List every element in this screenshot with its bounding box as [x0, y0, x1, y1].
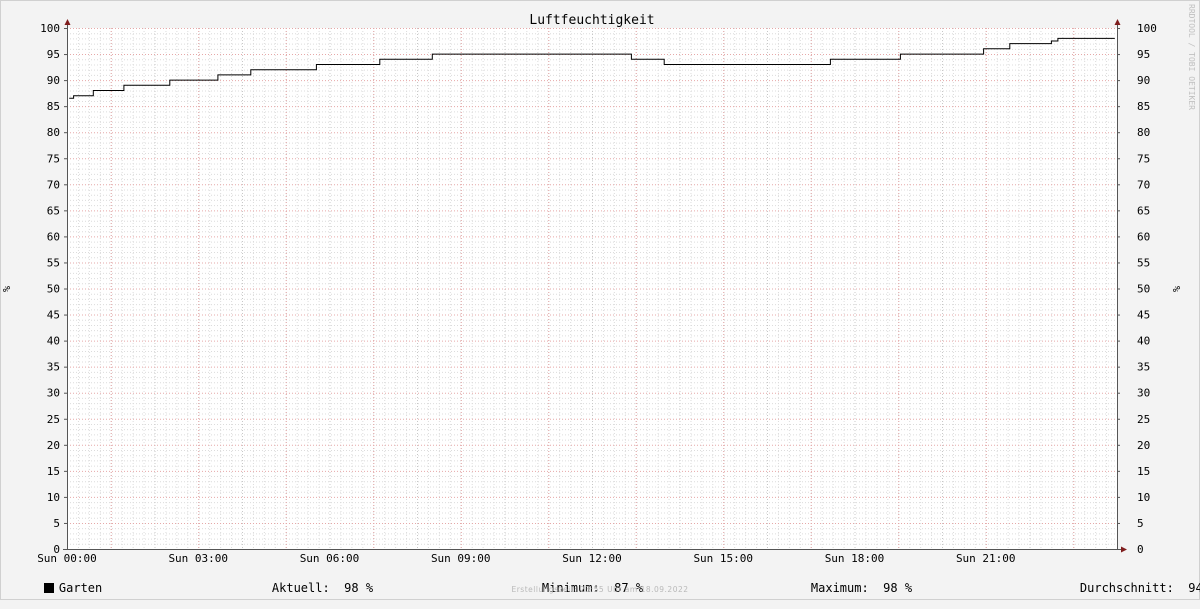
y-tick-label-left: 15 [47, 465, 60, 478]
y-tick-label-right: 45 [1137, 309, 1150, 322]
y-tick-label-left: 100 [40, 22, 60, 35]
y-tick-label-left: 80 [47, 126, 60, 139]
y-tick-label-right: 75 [1137, 152, 1150, 165]
y-tick-label-right: 15 [1137, 465, 1150, 478]
y-tick-label-right: 30 [1137, 387, 1150, 400]
y-tick-label-right: 10 [1137, 491, 1150, 504]
y-tick-label-left: 50 [47, 283, 60, 296]
y-tick-label-right: 55 [1137, 256, 1150, 269]
y-tick-label-left: 45 [47, 309, 60, 322]
y-tick-label-left: 25 [47, 413, 60, 426]
y-tick-label-right: 70 [1137, 178, 1150, 191]
y-tick-label-left: 95 [47, 48, 60, 61]
y-tick-label-left: 70 [47, 178, 60, 191]
x-tick-label: Sun 15:00 [693, 552, 753, 565]
y-tick-label-right: 60 [1137, 230, 1150, 243]
x-axis-arrow [1121, 546, 1127, 553]
y-tick-label-left: 75 [47, 152, 60, 165]
y-tick-label-right: 50 [1137, 283, 1150, 296]
y-tick-label-left: 5 [53, 517, 60, 530]
y-tick-label-right: 65 [1137, 204, 1150, 217]
y-tick-label-left: 20 [47, 439, 60, 452]
x-tick-label: Sun 18:00 [825, 552, 885, 565]
y-tick-label-left: 10 [47, 491, 60, 504]
y-tick-label-right: 25 [1137, 413, 1150, 426]
y-tick-label-left: 85 [47, 100, 60, 113]
y-tick-label-left: 60 [47, 230, 60, 243]
humidity-chart: 0 05 510 1015 1520 2025 2530 3035 3540 4045 4550 50… [2, 4, 1196, 565]
y-tick-label-left: 30 [47, 387, 60, 400]
y-tick-label-right: 5 [1137, 517, 1144, 530]
y-axis-label-left: % [2, 286, 13, 292]
y-tick-label-right: 0 [1137, 543, 1144, 556]
creation-timestamp: Erstellungszeit: 23:55 Uhr am 18.09.2022 [511, 585, 689, 594]
y-tick-label-left: 55 [47, 256, 60, 269]
y-tick-label-right: 20 [1137, 439, 1150, 452]
y-tick-label-left: 65 [47, 204, 60, 217]
chart-title: Luftfeuchtigkeit [529, 13, 654, 28]
y-tick-label-right: 90 [1137, 74, 1150, 87]
x-tick-label: Sun 00:00 [37, 552, 97, 565]
y-tick-label-left: 35 [47, 361, 60, 374]
y-axis-arrow-right [1114, 19, 1121, 25]
y-tick-label-right: 100 [1137, 22, 1157, 35]
x-tick-label: Sun 03:00 [168, 552, 228, 565]
y-tick-label-right: 40 [1137, 335, 1150, 348]
x-tick-label: Sun 09:00 [431, 552, 491, 565]
y-tick-label-right: 95 [1137, 48, 1150, 61]
x-tick-label: Sun 21:00 [956, 552, 1016, 565]
y-axis-arrow-left [64, 19, 71, 25]
x-tick-label: Sun 06:00 [300, 552, 360, 565]
y-tick-label-right: 35 [1137, 361, 1150, 374]
y-tick-label-right: 80 [1137, 126, 1150, 139]
y-tick-label-left: 90 [47, 74, 60, 87]
x-tick-label: Sun 12:00 [562, 552, 622, 565]
rrdtool-watermark: RRDTOOL / TOBI OETIKER [1187, 4, 1196, 110]
y-axis-label-right: % [1172, 286, 1183, 292]
y-tick-label-left: 40 [47, 335, 60, 348]
legend-row: Garten Aktuell: 98 % Minimum: 87 % Maxim… [0, 567, 1200, 595]
y-tick-label-right: 85 [1137, 100, 1150, 113]
